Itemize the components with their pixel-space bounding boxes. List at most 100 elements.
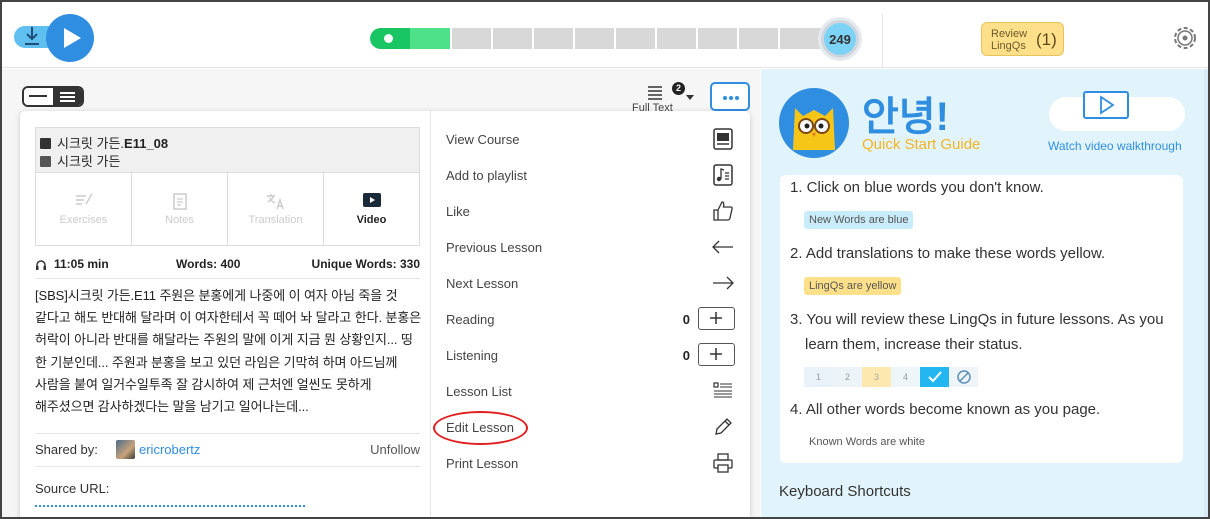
menu-previous-lesson[interactable]: Previous Lesson: [431, 229, 750, 265]
lesson-stats: 11:05 min Words: 400 Unique Words: 330: [35, 257, 420, 273]
download-icon: [25, 27, 39, 45]
menu-lesson-list[interactable]: Lesson List: [431, 373, 750, 409]
lesson-progress-bar[interactable]: [370, 28, 850, 49]
course-icon: [713, 128, 733, 150]
lesson-title-prefix[interactable]: 시크릿 가든.: [57, 136, 124, 151]
quick-start-panel: 안녕! Quick Start Guide Watch video walkth…: [761, 69, 1208, 517]
lesson-description: [SBS]시크릿 가든.E11 주원은 분홍에게 나중에 이 여자 아님 죽을 …: [35, 288, 422, 415]
full-text-badge: 2: [672, 82, 685, 95]
guide-steps-card: 1. Click on blue words you don't know. N…: [780, 175, 1183, 463]
lesson-info-popup: 시크릿 가든.E11_08 시크릿 가든 Exercises Notes Tra…: [20, 111, 750, 517]
lines-icon: [648, 86, 662, 100]
status-known: [920, 367, 949, 387]
caret-down-icon: [686, 95, 694, 100]
avatar[interactable]: [116, 440, 135, 459]
headphones-icon: [36, 260, 46, 270]
full-text-toggle[interactable]: 2 Full Text: [632, 79, 694, 114]
exercises-icon: [75, 193, 93, 205]
guide-step-2: 2. Add translations to make these words …: [790, 245, 1106, 262]
lesson-icon: [40, 138, 51, 149]
translation-icon: [266, 194, 284, 210]
guide-step-4: 4. All other words become known as you p…: [790, 401, 1101, 418]
status-ignored: [949, 367, 978, 387]
menu-next-lesson[interactable]: Next Lesson: [431, 265, 750, 301]
mascot-avatar: [779, 88, 849, 158]
play-button[interactable]: [46, 14, 94, 62]
add-listening-button[interactable]: [698, 343, 735, 366]
listening-count: 0: [682, 348, 690, 363]
status-2: 2: [833, 367, 862, 387]
progress-handle[interactable]: [384, 34, 393, 43]
lingqs-chip: LingQs are yellow: [804, 277, 902, 295]
ignore-icon: [956, 370, 971, 384]
coin-counter: 249: [818, 17, 862, 61]
sentence-mode-option[interactable]: [24, 88, 53, 105]
guide-step-1: 1. Click on blue words you don't know.: [790, 179, 1044, 196]
tab-video[interactable]: Video: [324, 172, 419, 245]
panel-scrollbar[interactable]: [1204, 69, 1208, 517]
play-icon: [1100, 95, 1115, 115]
lesson-duration: 11:05 min: [54, 257, 109, 271]
unfollow-button[interactable]: Unfollow: [370, 442, 420, 457]
check-icon: [927, 371, 942, 383]
player-bar: 249 Review LingQs (1): [2, 2, 1208, 68]
gear-icon[interactable]: [1170, 23, 1200, 53]
add-reading-button[interactable]: [698, 307, 735, 330]
course-icon: [40, 156, 51, 167]
shared-by-row: Shared by: ericrobertz Unfollow: [35, 440, 420, 459]
tab-exercises[interactable]: Exercises: [36, 172, 132, 245]
play-icon: [64, 28, 81, 48]
video-walkthrough-button[interactable]: [1049, 91, 1185, 131]
menu-like[interactable]: Like: [431, 193, 750, 229]
menu-reading: Reading 0: [431, 301, 750, 337]
guide-step-3: 3. You will review these LingQs in futur…: [790, 311, 1164, 353]
menu-view-course[interactable]: View Course: [431, 121, 750, 157]
owl-mascot-icon: [793, 108, 835, 150]
arrow-right-icon: [713, 276, 734, 290]
video-walkthrough-link[interactable]: Watch video walkthrough: [1048, 139, 1182, 153]
lesson-title-code[interactable]: E11_08: [124, 136, 168, 151]
shared-by-label: Shared by:: [35, 442, 98, 457]
greeting-heading: 안녕!: [862, 95, 949, 139]
known-words-chip: Known Words are white: [804, 433, 930, 451]
arrow-left-icon: [712, 240, 733, 254]
lesson-header: 시크릿 가든.E11_08 시크릿 가든: [35, 127, 420, 173]
menu-add-to-playlist[interactable]: Add to playlist: [431, 157, 750, 193]
view-mode-toggle[interactable]: [22, 86, 84, 107]
menu-listening: Listening 0: [431, 337, 750, 373]
review-label: Review LingQs: [991, 28, 1028, 52]
menu-print-lesson[interactable]: Print Lesson: [431, 445, 750, 481]
course-title[interactable]: 시크릿 가든: [57, 154, 120, 169]
coin-count: 249: [829, 32, 851, 47]
video-icon: [362, 193, 381, 207]
tab-translation[interactable]: Translation: [228, 172, 324, 245]
playlist-icon: [713, 164, 733, 186]
shared-by-user-link[interactable]: ericrobertz: [139, 442, 200, 457]
plus-icon: [710, 312, 722, 324]
edit-lesson-highlight-circle: [433, 411, 528, 445]
more-options-button[interactable]: [710, 82, 750, 111]
review-count: (1): [1036, 30, 1057, 49]
source-url-link[interactable]: [35, 505, 305, 508]
notes-icon: [172, 193, 187, 210]
source-url-label: Source URL:: [35, 481, 110, 496]
status-scale: 1 2 3 4: [804, 367, 978, 387]
printer-icon: [713, 453, 733, 473]
new-words-chip: New Words are blue: [804, 211, 914, 229]
keyboard-shortcuts-heading[interactable]: Keyboard Shortcuts: [779, 483, 911, 500]
page-mode-option[interactable]: [53, 88, 82, 105]
thumbs-up-icon: [713, 201, 733, 221]
plus-icon: [710, 348, 722, 360]
status-1: 1: [804, 367, 833, 387]
reading-count: 0: [682, 312, 690, 327]
list-icon: [713, 382, 732, 398]
status-3: 3: [862, 367, 891, 387]
lesson-tabs: Exercises Notes Translation Video: [35, 172, 420, 246]
app-window: 249 Review LingQs (1) 2 Full Text 시크릿 가든…: [0, 0, 1210, 519]
tab-notes[interactable]: Notes: [132, 172, 228, 245]
pencil-icon: [715, 418, 732, 435]
status-4: 4: [891, 367, 920, 387]
review-lingqs-button[interactable]: Review LingQs (1): [981, 22, 1064, 56]
lesson-word-count: Words: 400: [176, 257, 241, 271]
lesson-unique-word-count: Unique Words: 330: [311, 257, 420, 271]
